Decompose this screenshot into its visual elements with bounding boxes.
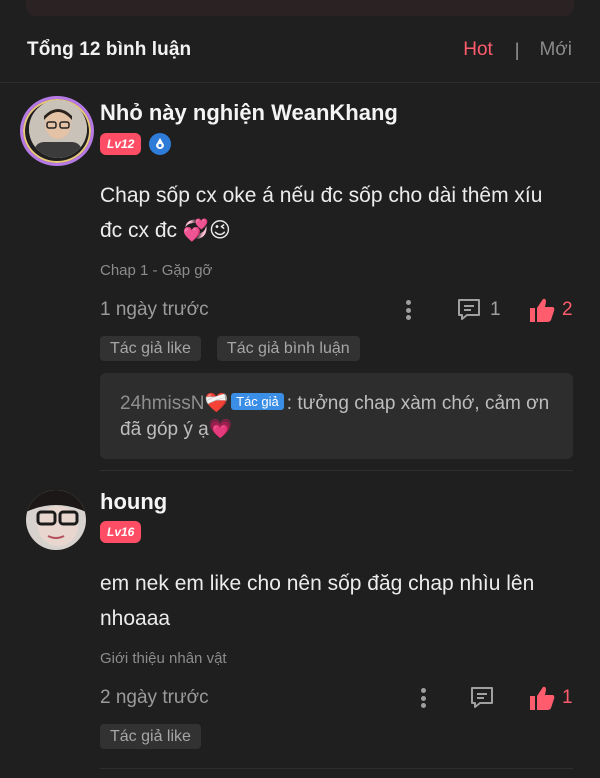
like-button[interactable]: 1 <box>528 685 573 711</box>
like-count: 2 <box>562 299 573 320</box>
sort-tabs: Hot | Mới <box>463 39 572 61</box>
vip-droplet-icon <box>149 133 172 155</box>
comment-meta: 2 ngày trước 1 <box>100 684 578 714</box>
more-vertical-icon[interactable] <box>398 297 418 323</box>
author-reply[interactable]: 24hmissN❤️‍🩹 Tác giả: tưởng chap xàm chớ,… <box>100 373 573 459</box>
author-chips: Tác giả like Tác giả bình luận <box>100 336 360 361</box>
reply-count: 1 <box>490 299 501 320</box>
user-badges: Lv12 <box>100 133 172 155</box>
comment-meta: 1 ngày trước 1 2 <box>100 296 578 326</box>
avatar-image <box>29 100 87 158</box>
chip-author-like: Tác giả like <box>100 724 201 749</box>
comment-time: 1 ngày trước <box>100 299 209 320</box>
like-count: 1 <box>562 687 573 708</box>
comment-time: 2 ngày trước <box>100 687 209 708</box>
author-chips: Tác giả like <box>100 724 201 749</box>
comment-username[interactable]: Nhỏ này nghiện WeanKhang <box>100 100 398 126</box>
thumbs-up-icon <box>530 686 555 710</box>
avatar[interactable] <box>29 100 87 158</box>
reply-author-name[interactable]: 24hmissN❤️‍🩹 <box>120 393 228 414</box>
user-badges: Lv16 <box>100 521 142 543</box>
sort-separator: | <box>514 39 520 60</box>
level-badge: Lv12 <box>100 133 142 155</box>
comments-header: Tổng 12 bình luận Hot | Mới <box>0 30 600 70</box>
chip-author-comment: Tác giả bình luận <box>216 336 360 361</box>
comment-icon <box>458 299 480 320</box>
comment-icon <box>471 687 493 708</box>
comment-count-title: Tổng 12 bình luận <box>27 39 192 60</box>
comment-text: em nek em like cho nên sốp đăg chap nhìu… <box>100 572 535 630</box>
reply-button[interactable]: 1 <box>456 298 501 322</box>
reply-button[interactable] <box>469 686 495 710</box>
tab-hot[interactable]: Hot <box>463 39 493 61</box>
chapter-link[interactable]: Giới thiệu nhân vật <box>100 650 227 667</box>
tab-new[interactable]: Mới <box>539 39 572 61</box>
avatar[interactable] <box>26 490 86 550</box>
author-tag-badge: Tác giả <box>231 393 284 410</box>
top-banner <box>26 0 574 16</box>
level-badge: Lv16 <box>100 521 142 543</box>
chapter-link[interactable]: Chap 1 - Gặp gỡ <box>100 262 212 279</box>
comment-divider <box>100 768 573 769</box>
avatar-image <box>26 490 86 550</box>
comment-text: Chap sốp cx oke á nếu đc sốp cho dài thê… <box>100 184 543 242</box>
thumbs-up-icon <box>530 298 555 322</box>
comment-divider <box>100 470 573 471</box>
chip-author-like: Tác giả like <box>100 336 201 361</box>
like-button[interactable]: 2 <box>528 297 573 323</box>
comment-username[interactable]: houng <box>100 489 167 515</box>
header-divider <box>0 82 600 83</box>
more-vertical-icon[interactable] <box>413 685 433 711</box>
